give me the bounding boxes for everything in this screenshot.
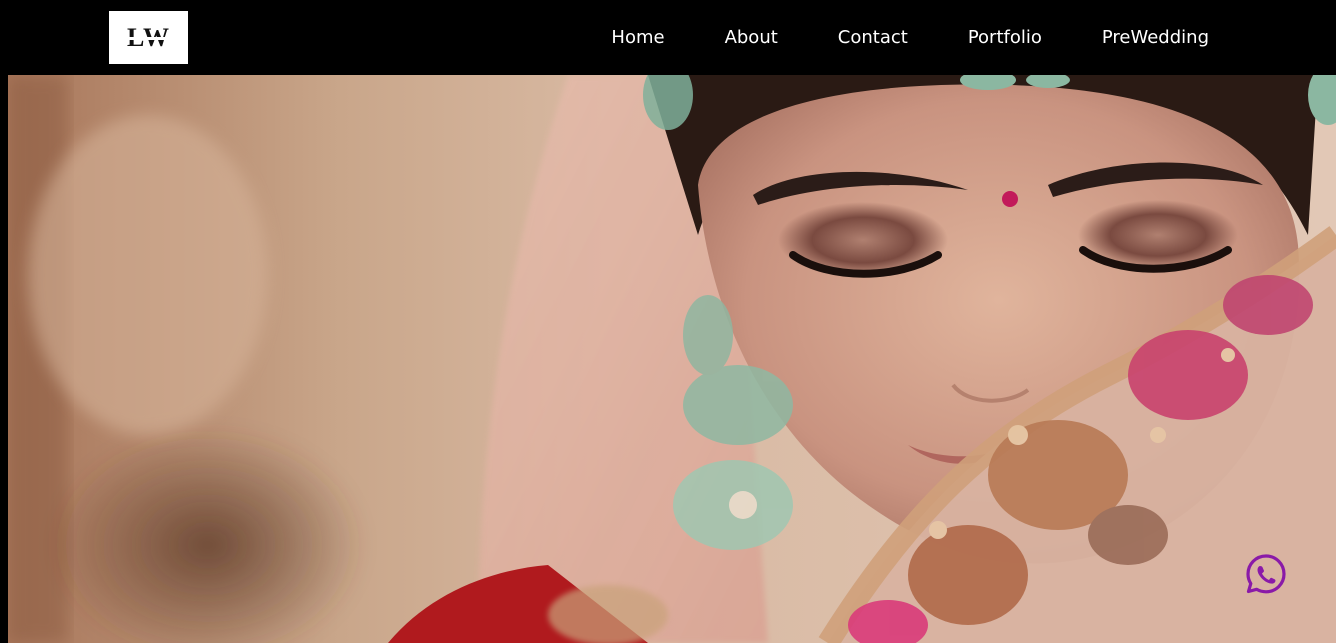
main-nav: Home About Contact Portfolio PreWedding: [611, 0, 1209, 75]
whatsapp-button[interactable]: [1245, 553, 1287, 595]
hero-image: [8, 75, 1336, 643]
nav-contact[interactable]: Contact: [838, 27, 908, 48]
nav-portfolio[interactable]: Portfolio: [968, 27, 1042, 48]
nav-about[interactable]: About: [725, 27, 778, 48]
nav-home[interactable]: Home: [611, 27, 664, 48]
nav-prewedding[interactable]: PreWedding: [1102, 27, 1209, 48]
hero-banner: [8, 75, 1336, 643]
logo[interactable]: LW: [109, 11, 188, 64]
whatsapp-icon: [1246, 554, 1286, 594]
site-header: LW Home About Contact Portfolio PreWeddi…: [0, 0, 1336, 75]
logo-text: LW: [127, 22, 170, 52]
